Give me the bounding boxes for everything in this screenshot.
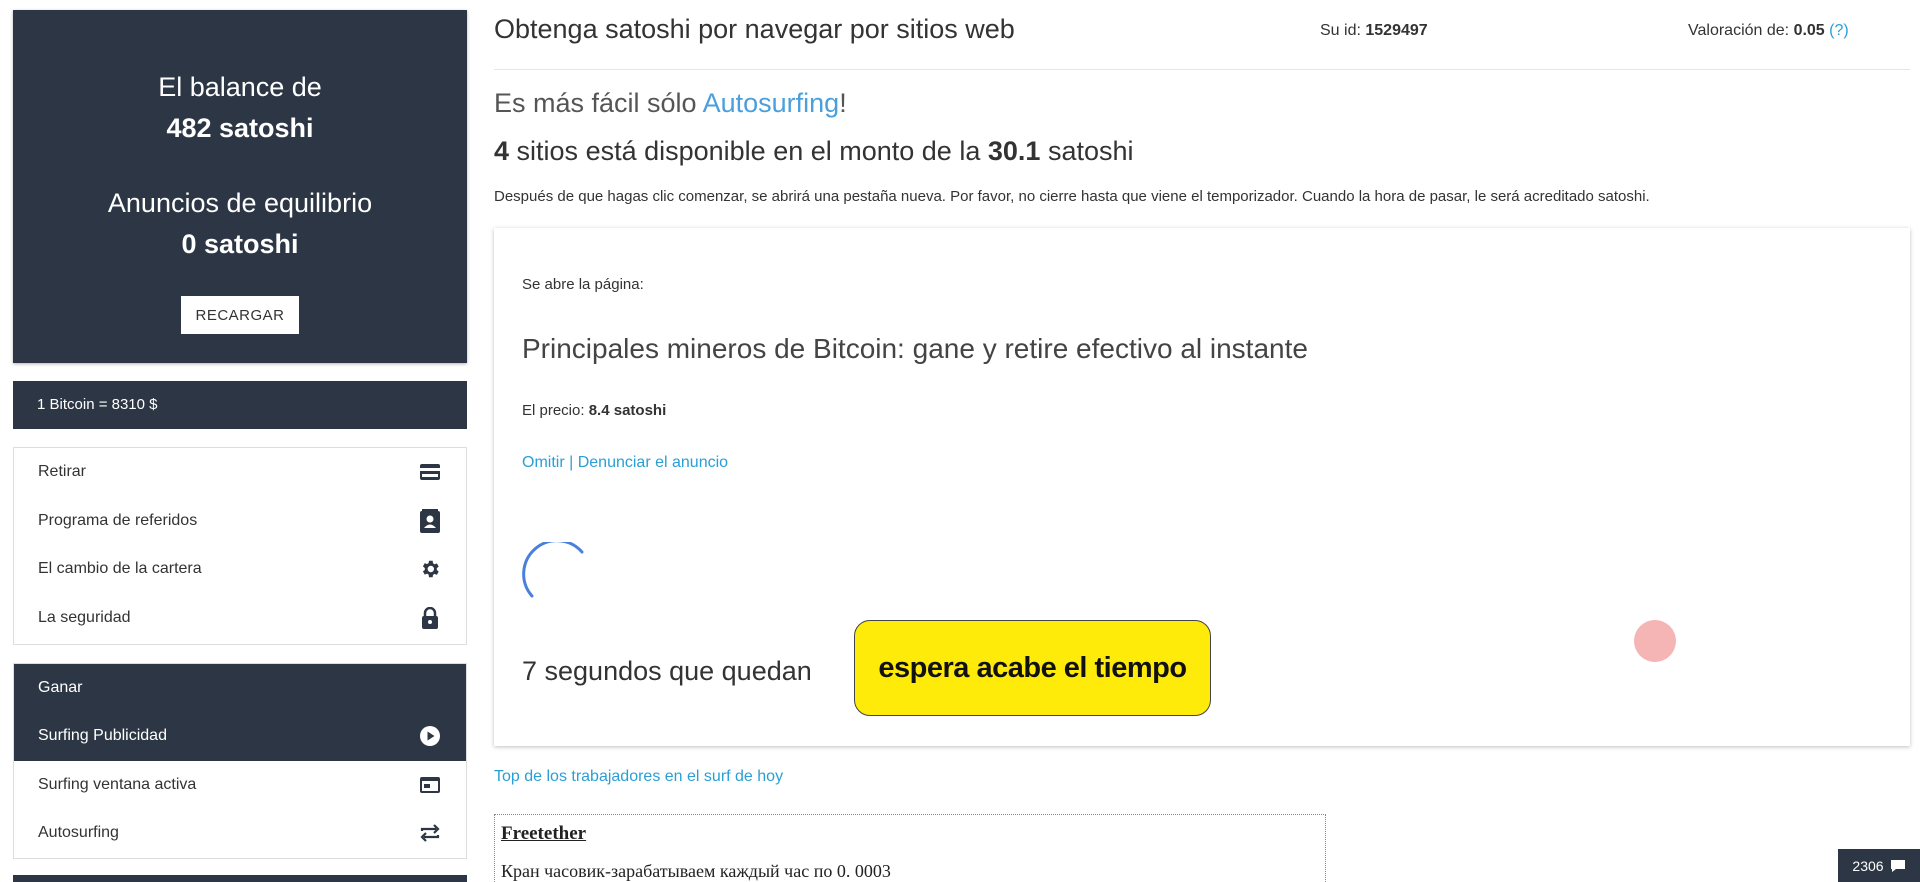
promo-prefix: Es más fácil sólo (494, 88, 697, 118)
user-id: Su id: 1529497 (1320, 22, 1428, 40)
available-amount: 30.1 (987, 136, 1041, 166)
link-separator: | (569, 454, 574, 471)
menu-item-surfing-ads[interactable]: Surfing Publicidad (14, 712, 466, 761)
menu-item-wallet-change[interactable]: El cambio de la cartera (14, 545, 466, 594)
top-workers-link[interactable]: Top de los trabajadores en el surf de ho… (494, 768, 783, 786)
available-unit: satoshi (1047, 136, 1134, 166)
balance-label: El balance de (158, 72, 322, 102)
autosurfing-promo: Es más fácil sólo Autosurfing! (494, 88, 847, 119)
lock-icon (418, 606, 442, 630)
rating-label: Valoración de: (1688, 22, 1790, 39)
ad-title: Principales mineros de Bitcoin: gane y r… (522, 333, 1308, 364)
ad-links: Omitir | Denunciar el anuncio (522, 454, 728, 472)
play-circle-icon (418, 724, 442, 748)
text-ad-description: Кран часовик-зарабатываем каждый час по … (501, 861, 891, 881)
wait-timer-badge: espera acabe el tiempo (854, 620, 1211, 716)
loading-spinner-icon (522, 542, 584, 598)
earn-menu-header: Ganar (14, 664, 466, 712)
balance-card: El balance de 482 satoshi Anuncios de eq… (13, 10, 467, 363)
available-sites: 4 sitios está disponible en el monto de … (494, 136, 1134, 167)
ads-balance-block: Anuncios de equilibrio 0 satoshi (13, 188, 467, 260)
opens-label: Se abre la página: (522, 276, 644, 293)
chat-button[interactable]: 2306 (1838, 849, 1920, 882)
instructions: Después de que hagas clic comenzar, se a… (494, 188, 1650, 205)
account-menu: Retirar Programa de referidos El cambio … (13, 447, 467, 645)
ad-price: El precio: 8.4 satoshi (522, 402, 666, 419)
credit-card-icon (418, 460, 442, 484)
menu-item-label: Retirar (38, 463, 87, 481)
rating: Valoración de: 0.05 (?) (1688, 22, 1849, 40)
promo-suffix: ! (839, 88, 847, 118)
menu-item-label: Surfing ventana activa (38, 775, 197, 793)
balance-block: El balance de 482 satoshi (13, 72, 467, 144)
report-ad-link[interactable]: Denunciar el anuncio (578, 454, 728, 471)
ads-balance-label: Anuncios de equilibrio (107, 188, 373, 218)
time-remaining: 7 segundos que quedan (522, 656, 812, 686)
text-ad-box[interactable]: Freetether Кран часовик-зарабатываем каж… (494, 814, 1326, 882)
user-id-label: Su id: (1320, 22, 1361, 39)
available-text: sitios está disponible en el monto de la (516, 136, 981, 166)
chat-bubble-icon (1890, 859, 1905, 872)
menu-item-label: Surfing Publicidad (38, 727, 167, 745)
available-count: 4 (494, 136, 510, 166)
autosurfing-link[interactable]: Autosurfing (703, 88, 840, 118)
price-label: El precio: (522, 402, 585, 419)
price-value: 8.4 satoshi (588, 402, 667, 419)
btc-rate: 1 Bitcoin = 8310 $ (13, 381, 467, 429)
reload-button[interactable]: RECARGAR (181, 296, 299, 334)
chat-count: 2306 (1852, 857, 1884, 874)
page-title: Obtenga satoshi por navegar por sitios w… (494, 14, 1015, 44)
cursor-highlight (1634, 620, 1676, 662)
ad-card: Se abre la página: Principales mineros d… (494, 228, 1910, 746)
sidebar-next-section (13, 875, 467, 882)
text-ad-title[interactable]: Freetether (501, 823, 586, 845)
menu-item-label: Programa de referidos (38, 511, 198, 529)
rating-help-link[interactable]: (?) (1829, 22, 1849, 39)
menu-item-autosurfing[interactable]: Autosurfing (14, 809, 466, 858)
skip-link[interactable]: Omitir (522, 454, 565, 471)
menu-item-security[interactable]: La seguridad (14, 594, 466, 643)
contact-card-icon (418, 508, 442, 533)
menu-item-label: La seguridad (38, 608, 131, 626)
rating-value: 0.05 (1793, 22, 1825, 39)
page-header: Obtenga satoshi por navegar por sitios w… (494, 12, 1910, 70)
gear-icon (418, 557, 442, 581)
balance-value: 482 satoshi (166, 113, 314, 143)
menu-item-active-window[interactable]: Surfing ventana activa (14, 761, 466, 810)
ads-balance-value: 0 satoshi (181, 229, 299, 259)
repeat-icon (418, 821, 442, 845)
sidebar: El balance de 482 satoshi Anuncios de eq… (13, 10, 467, 882)
menu-item-label: El cambio de la cartera (38, 560, 202, 578)
menu-item-withdraw[interactable]: Retirar (14, 448, 466, 497)
earn-menu: Ganar Surfing Publicidad Surfing ventana… (13, 663, 467, 859)
menu-item-label: Autosurfing (38, 824, 119, 842)
window-icon (418, 773, 442, 797)
user-id-value: 1529497 (1365, 22, 1428, 39)
menu-item-referrals[interactable]: Programa de referidos (14, 497, 466, 546)
